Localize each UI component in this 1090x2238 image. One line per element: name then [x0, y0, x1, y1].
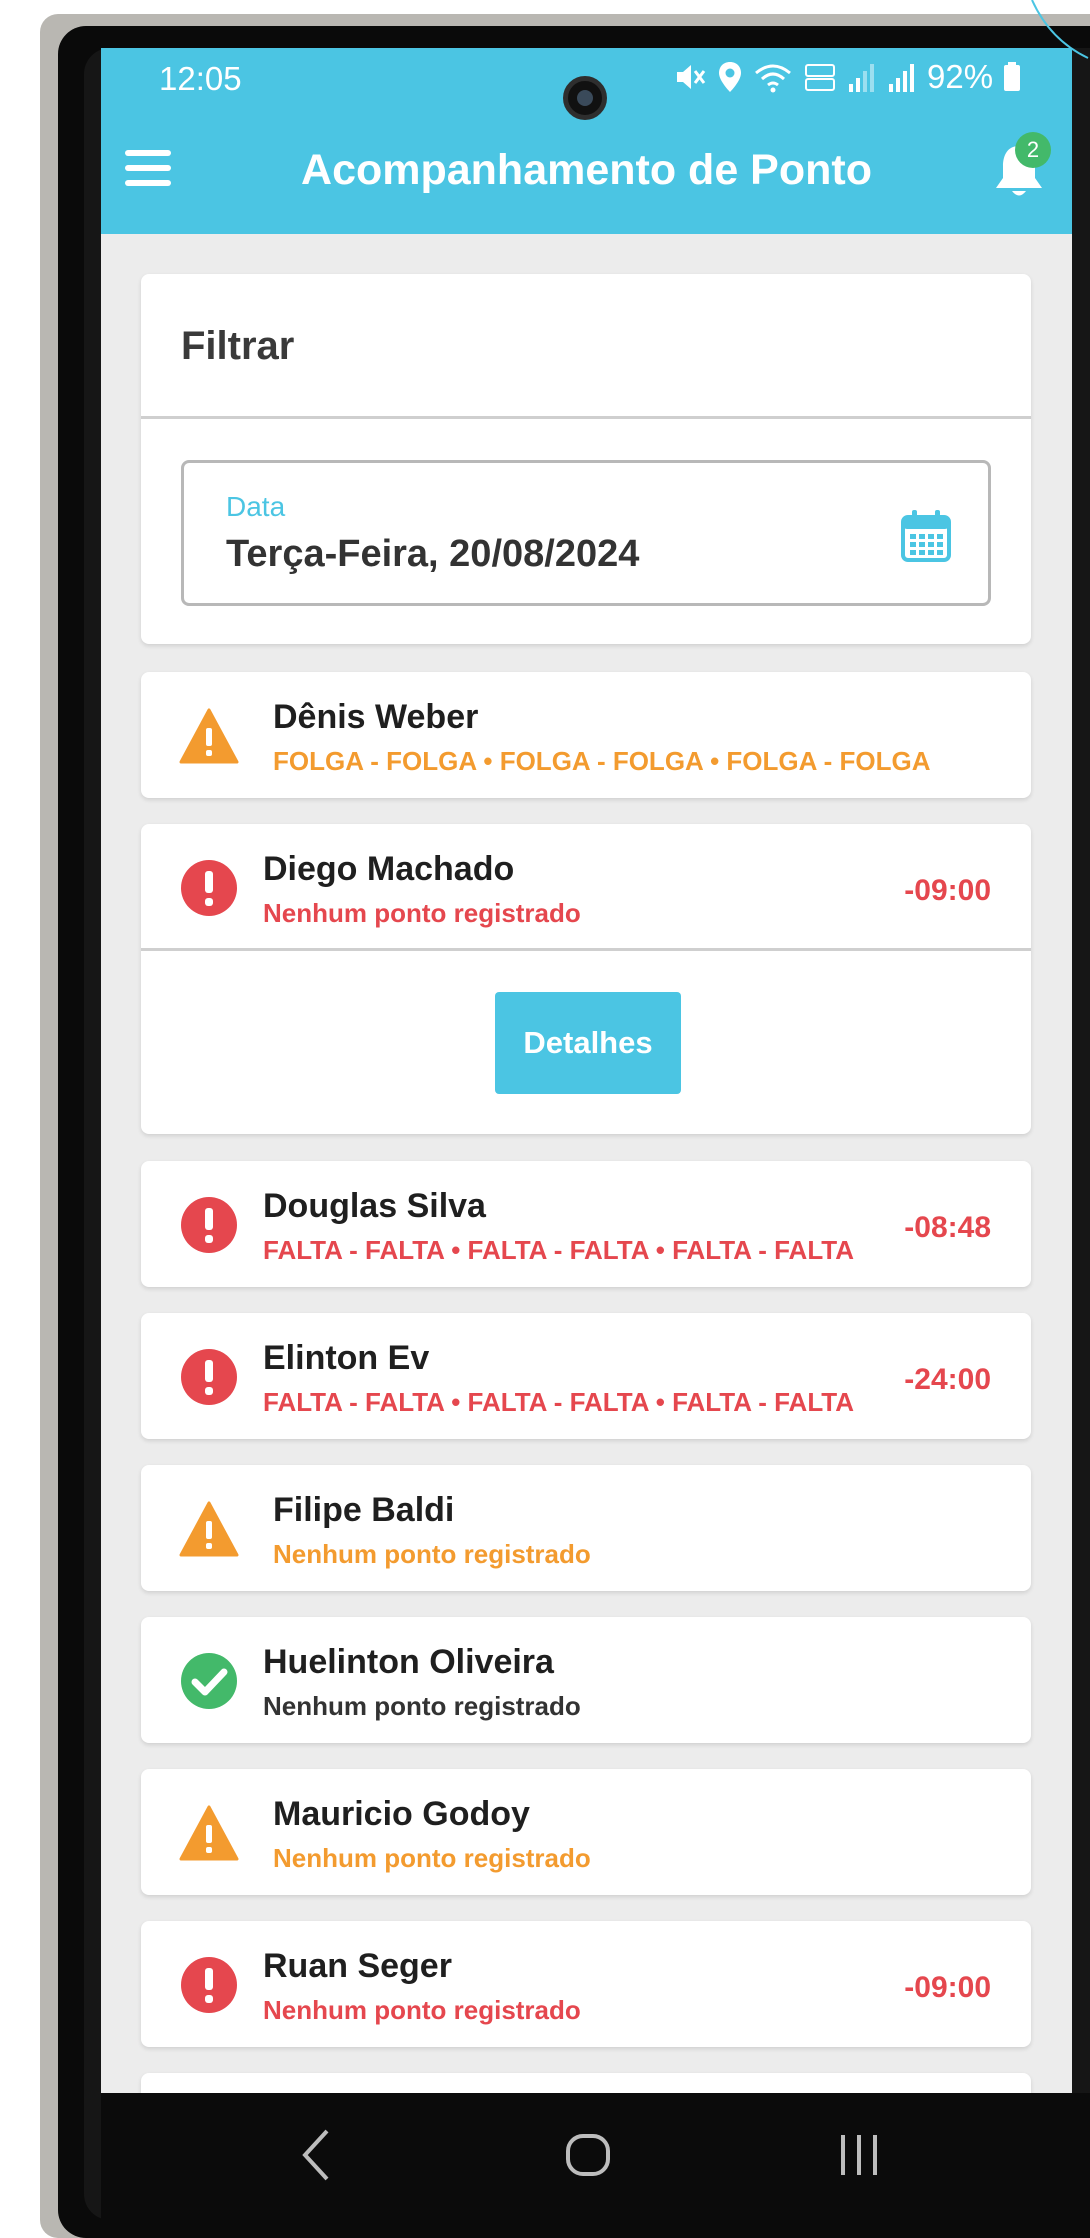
- employee-name: Diego Machado: [263, 850, 515, 888]
- exclamation-circle-icon: [181, 1197, 237, 1253]
- divider: [141, 948, 1031, 951]
- app-header: 12:05 92% Acompanhamento de Ponto 2: [101, 48, 1072, 234]
- date-field-label: Data: [226, 491, 286, 522]
- location-icon: [719, 62, 741, 92]
- hours-balance: -09:00: [904, 874, 991, 907]
- filter-card: Filtrar Data Terça-Feira, 20/08/2024: [141, 274, 1031, 644]
- employee-card-partial[interactable]: [141, 2073, 1031, 2093]
- employee-name: Douglas Silva: [263, 1187, 486, 1225]
- date-field-value[interactable]: Terça-Feira, 20/08/2024: [226, 533, 639, 576]
- warning-triangle-icon: [179, 1805, 239, 1861]
- employee-status-text: FOLGA - FOLGA • FOLGA - FOLGA • FOLGA - …: [273, 746, 931, 776]
- calendar-icon[interactable]: [900, 509, 952, 563]
- wifi-icon: [755, 64, 791, 93]
- employee-status-text: FALTA - FALTA • FALTA - FALTA • FALTA - …: [263, 1235, 855, 1265]
- page-title: Acompanhamento de Ponto: [301, 146, 872, 194]
- employee-status-text: Nenhum ponto registrado: [273, 1539, 591, 1569]
- employee-status-text: FALTA - FALTA • FALTA - FALTA • FALTA - …: [263, 1387, 855, 1417]
- employee-status-text: Nenhum ponto registrado: [273, 1843, 591, 1873]
- employee-status-text: Nenhum ponto registrado: [263, 1691, 581, 1721]
- recent-apps-icon[interactable]: [837, 2125, 881, 2185]
- battery-level: 92%: [927, 58, 994, 95]
- notification-badge: 2: [1015, 132, 1051, 168]
- home-icon[interactable]: [565, 2125, 611, 2185]
- hours-balance: -24:00: [904, 1363, 991, 1396]
- details-button[interactable]: Detalhes: [495, 992, 681, 1094]
- mute-icon: [677, 65, 706, 89]
- employee-card[interactable]: Filipe Baldi Nenhum ponto registrado: [141, 1465, 1031, 1591]
- employee-status-text: Nenhum ponto registrado: [263, 1995, 581, 2025]
- check-circle-icon: [181, 1653, 237, 1709]
- hours-balance: -09:00: [904, 1971, 991, 2004]
- warning-triangle-icon: [179, 1501, 239, 1557]
- employee-card[interactable]: Ruan Seger Nenhum ponto registrado -09:0…: [141, 1921, 1031, 2047]
- employee-card-expanded[interactable]: Diego Machado Nenhum ponto registrado -0…: [141, 824, 1031, 1134]
- date-field[interactable]: Data Terça-Feira, 20/08/2024: [181, 460, 991, 606]
- employee-name: Filipe Baldi: [273, 1491, 455, 1529]
- divider: [141, 416, 1031, 419]
- employee-card[interactable]: Elinton Ev FALTA - FALTA • FALTA - FALTA…: [141, 1313, 1031, 1439]
- battery-icon: [1004, 62, 1021, 91]
- signal-icon: [849, 64, 874, 92]
- exclamation-circle-icon: [181, 1957, 237, 2013]
- employee-name: Dênis Weber: [273, 698, 479, 736]
- employee-name: Ruan Seger: [263, 1947, 452, 1985]
- app-screen: 12:05 92% Acompanhamento de Ponto 2 Filt…: [101, 48, 1072, 2093]
- status-icons: 92%: [673, 58, 1021, 96]
- status-time: 12:05: [159, 60, 242, 97]
- employee-name: Mauricio Godoy: [273, 1795, 530, 1833]
- employee-card[interactable]: Huelinton Oliveira Nenhum ponto registra…: [141, 1617, 1031, 1743]
- employee-name: Elinton Ev: [263, 1339, 430, 1377]
- back-icon[interactable]: [299, 2125, 333, 2185]
- employee-card[interactable]: Mauricio Godoy Nenhum ponto registrado: [141, 1769, 1031, 1895]
- exclamation-circle-icon: [181, 1349, 237, 1405]
- warning-triangle-icon: [179, 708, 239, 764]
- hours-balance: -08:48: [904, 1211, 991, 1244]
- filter-title: Filtrar: [181, 324, 295, 368]
- signal-icon-2: [889, 64, 914, 92]
- front-camera: [563, 76, 607, 120]
- system-nav-bar: [101, 2093, 1090, 2220]
- volte-icon: [805, 64, 835, 91]
- employee-card[interactable]: Douglas Silva FALTA - FALTA • FALTA - FA…: [141, 1161, 1031, 1287]
- exclamation-circle-icon: [181, 860, 237, 916]
- employee-status-text: Nenhum ponto registrado: [263, 898, 581, 928]
- employee-name: Huelinton Oliveira: [263, 1643, 554, 1681]
- employee-card[interactable]: Dênis Weber FOLGA - FOLGA • FOLGA - FOLG…: [141, 672, 1031, 798]
